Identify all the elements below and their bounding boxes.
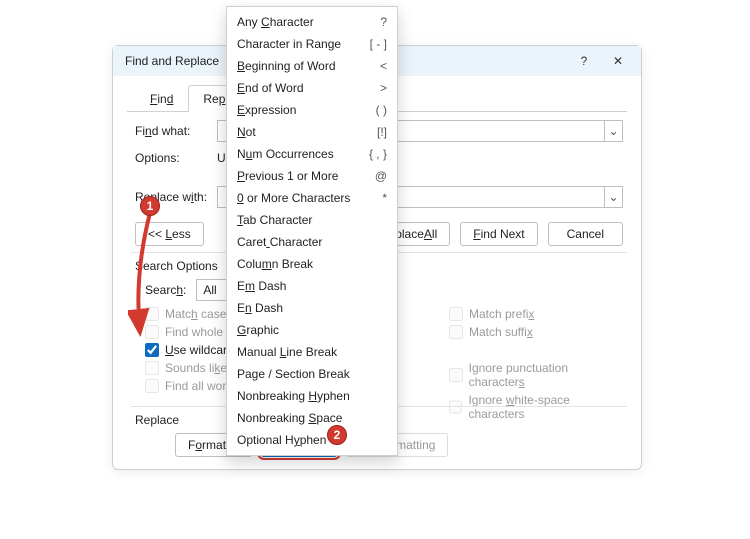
chevron-down-icon[interactable]: ⌄ — [604, 187, 622, 207]
menu-item[interactable]: Graphic — [227, 319, 397, 341]
menu-item[interactable]: Expression( ) — [227, 99, 397, 121]
menu-item[interactable]: Beginning of Word< — [227, 55, 397, 77]
cancel-button[interactable]: Cancel — [548, 222, 623, 246]
help-button[interactable]: ? — [567, 49, 601, 73]
menu-item-code: { , } — [369, 147, 387, 161]
menu-item-label: Column Break — [237, 257, 387, 271]
menu-item-label: Character in Range — [237, 37, 370, 51]
menu-item-label: Optional Hyphen — [237, 433, 387, 447]
special-characters-menu: Any Character?Character in Range[ - ]Beg… — [226, 6, 398, 456]
menu-item[interactable]: Any Character? — [227, 11, 397, 33]
menu-item-label: End of Word — [237, 81, 380, 95]
menu-item[interactable]: Tab Character — [227, 209, 397, 231]
menu-item-label: Num Occurrences — [237, 147, 369, 161]
menu-item-code: @ — [375, 169, 387, 183]
menu-item-code: * — [382, 191, 387, 205]
menu-item-label: 0 or More Characters — [237, 191, 382, 205]
menu-item-code: ? — [380, 15, 387, 29]
menu-item-code: ( ) — [376, 103, 387, 117]
menu-item[interactable]: Caret Character — [227, 231, 397, 253]
menu-item[interactable]: 0 or More Characters* — [227, 187, 397, 209]
menu-item[interactable]: End of Word> — [227, 77, 397, 99]
menu-item[interactable]: Column Break — [227, 253, 397, 275]
menu-item[interactable]: En Dash — [227, 297, 397, 319]
menu-item-label: Page / Section Break — [237, 367, 387, 381]
search-direction-value: All — [203, 283, 216, 297]
ignore-punct-checkbox: Ignore punctuation characters — [449, 361, 623, 389]
menu-item[interactable]: Nonbreaking Space — [227, 407, 397, 429]
menu-item-label: Previous 1 or More — [237, 169, 375, 183]
menu-item[interactable]: Character in Range[ - ] — [227, 33, 397, 55]
menu-item-code: [!] — [377, 125, 387, 139]
menu-item[interactable]: Optional Hyphen — [227, 429, 397, 451]
menu-item-label: Tab Character — [237, 213, 387, 227]
menu-item[interactable]: Num Occurrences{ , } — [227, 143, 397, 165]
menu-item-label: Beginning of Word — [237, 59, 380, 73]
menu-item-label: Nonbreaking Space — [237, 411, 387, 425]
menu-item-label: En Dash — [237, 301, 387, 315]
annotation-arrow-1 — [128, 205, 168, 345]
menu-item-code: [ - ] — [370, 37, 387, 51]
menu-item-code: > — [380, 81, 387, 95]
menu-item-label: Manual Line Break — [237, 345, 387, 359]
menu-item-code: < — [380, 59, 387, 73]
menu-item-label: Graphic — [237, 323, 387, 337]
annotation-callout-2: 2 — [327, 425, 347, 445]
menu-item[interactable]: Em Dash — [227, 275, 397, 297]
tab-find[interactable]: Find — [135, 85, 188, 112]
menu-item[interactable]: Page / Section Break — [227, 363, 397, 385]
match-suffix-checkbox: Match suffix — [449, 325, 623, 339]
menu-item-label: Expression — [237, 103, 376, 117]
menu-item[interactable]: Nonbreaking Hyphen — [227, 385, 397, 407]
menu-item-label: Any Character — [237, 15, 380, 29]
find-next-button[interactable]: Find Next — [460, 222, 537, 246]
chevron-down-icon[interactable]: ⌄ — [604, 121, 622, 141]
menu-item-label: Caret Character — [237, 235, 387, 249]
menu-item[interactable]: Manual Line Break — [227, 341, 397, 363]
menu-item-label: Em Dash — [237, 279, 387, 293]
find-what-label: Find what: — [135, 124, 217, 138]
menu-item[interactable]: Previous 1 or More@ — [227, 165, 397, 187]
menu-item-label: Nonbreaking Hyphen — [237, 389, 387, 403]
menu-item-label: Not — [237, 125, 377, 139]
close-button[interactable]: ✕ — [601, 49, 635, 73]
annotation-callout-1: 1 — [140, 196, 160, 216]
match-prefix-checkbox: Match prefix — [449, 307, 623, 321]
menu-item[interactable]: Not[!] — [227, 121, 397, 143]
options-label: Options: — [135, 151, 217, 165]
